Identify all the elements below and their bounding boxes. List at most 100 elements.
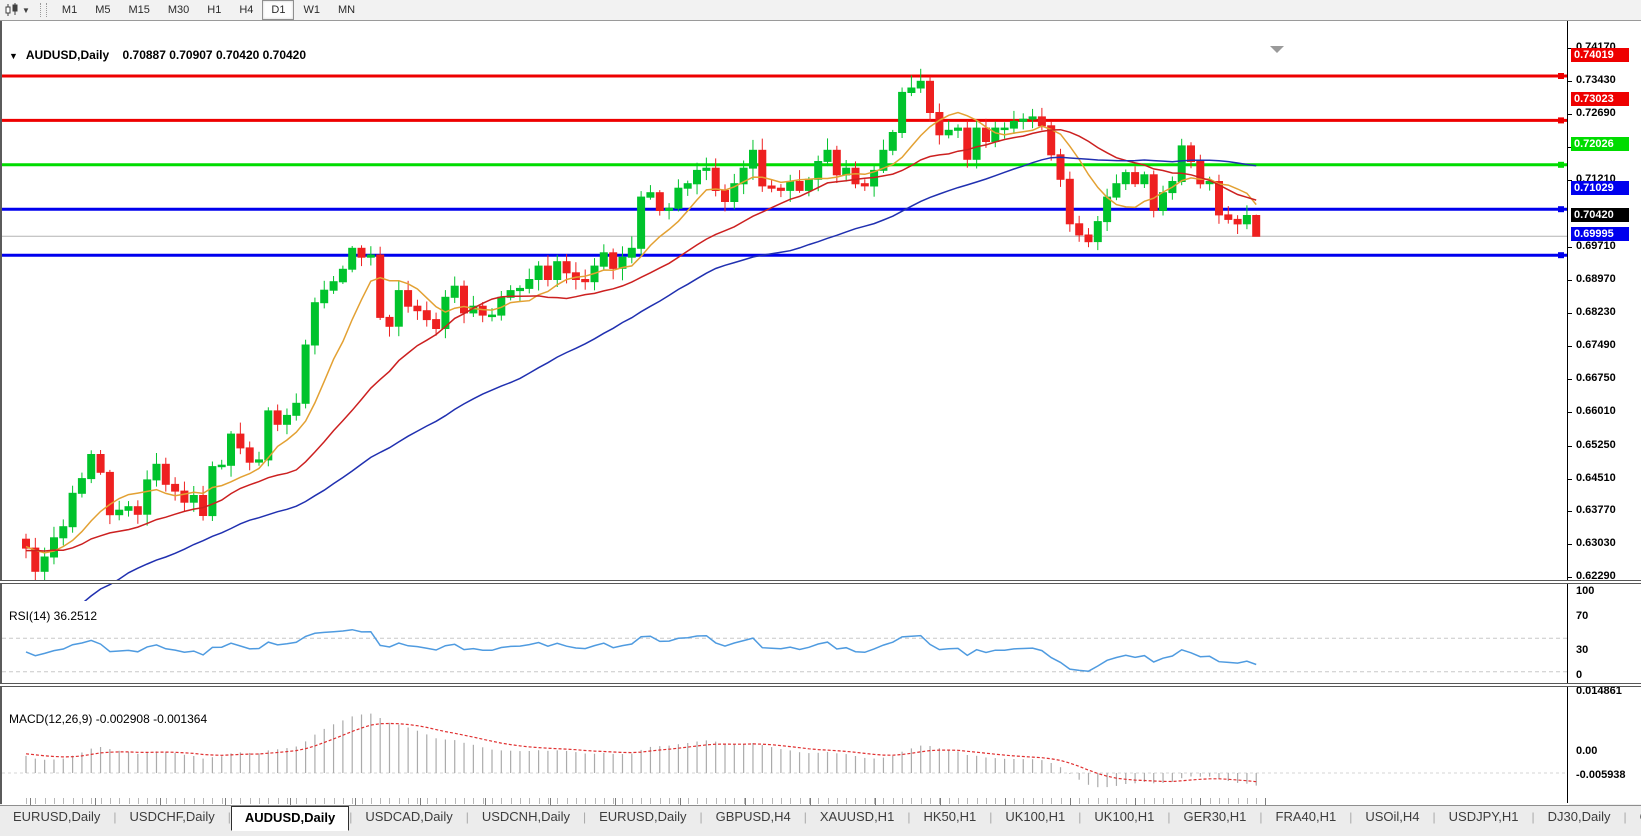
- date-minor-tick: [445, 798, 446, 804]
- chart-tab-uk100-h1[interactable]: UK100,H1: [992, 806, 1078, 828]
- chart-tab-usdjpy-h1[interactable]: USDJPY,H1: [1436, 806, 1532, 828]
- date-minor-tick: [921, 798, 922, 804]
- chevron-down-icon[interactable]: ▼: [22, 6, 30, 15]
- date-minor-tick: [1033, 798, 1034, 804]
- toolbar-grip[interactable]: [40, 3, 47, 17]
- chart-tab-usdcnh-daily[interactable]: USDCNH,Daily: [469, 806, 583, 828]
- level-line-anchor[interactable]: [1558, 162, 1564, 168]
- candle-body: [908, 88, 915, 93]
- timeframe-button-mn[interactable]: MN: [329, 0, 364, 20]
- candle-body: [805, 179, 812, 190]
- price-tick: [1568, 446, 1572, 447]
- chart-tab-fra40-h1[interactable]: FRA40,H1: [1263, 806, 1350, 828]
- rsi-indicator-panel[interactable]: [2, 605, 1569, 704]
- chart-title: ▼ AUDUSD,Daily 0.70887 0.70907 0.70420 0…: [9, 48, 306, 62]
- chart-tab-hk50-h1[interactable]: HK50,H1: [910, 806, 989, 828]
- candle-body: [1160, 193, 1167, 211]
- price-tick-label: 0.63030: [1576, 537, 1616, 549]
- timeframe-button-h4[interactable]: H4: [230, 0, 262, 20]
- rsi-scale-label: 70: [1576, 610, 1588, 622]
- candle-body: [386, 317, 393, 326]
- level-line-anchor[interactable]: [1558, 252, 1564, 258]
- chart-tab-uk100-h1[interactable]: UK100,H1: [1081, 806, 1167, 828]
- price-tick: [1568, 114, 1572, 115]
- chart-tab-ger30-h1[interactable]: GER30,H1: [1171, 806, 1260, 828]
- date-minor-tick: [110, 798, 111, 804]
- candlestick-chart-icon[interactable]: [4, 3, 20, 17]
- chart-tab-usdcad-daily[interactable]: USDCAD,Daily: [352, 806, 465, 828]
- chart-tab-usoil-h4[interactable]: USOil,H4: [1352, 806, 1432, 828]
- candle-body: [759, 150, 766, 186]
- date-minor-tick: [734, 798, 735, 804]
- date-minor-tick: [772, 798, 773, 804]
- chart-tab-eurusd-daily[interactable]: EURUSD,Daily: [0, 806, 113, 828]
- chart-tab-china300-h1[interactable]: CHINA300,H1: [1627, 806, 1641, 828]
- one-click-trading-arrow[interactable]: ▼: [9, 51, 18, 61]
- current-price-badge: 0.70420: [1571, 208, 1629, 222]
- date-minor-tick: [1256, 798, 1257, 804]
- date-minor-tick: [641, 798, 642, 804]
- level-line-anchor[interactable]: [1558, 206, 1564, 212]
- candle-body: [190, 496, 197, 503]
- date-minor-tick: [306, 798, 307, 804]
- candle-body: [833, 150, 840, 175]
- level-line-anchor[interactable]: [1558, 117, 1564, 123]
- level-line-anchor[interactable]: [1558, 73, 1564, 79]
- date-minor-tick: [231, 798, 232, 804]
- date-minor-tick: [184, 798, 185, 804]
- date-minor-tick: [977, 798, 978, 804]
- candle-body: [433, 320, 440, 329]
- timeframe-button-h1[interactable]: H1: [198, 0, 230, 20]
- date-minor-tick: [1079, 798, 1080, 804]
- price-level-badge: 0.69995: [1571, 227, 1629, 241]
- chart-tab-dj30-daily[interactable]: DJ30,Daily: [1535, 806, 1624, 828]
- candle-body: [889, 133, 896, 151]
- date-minor-tick: [986, 798, 987, 804]
- candle-body: [265, 411, 272, 460]
- timeframe-button-w1[interactable]: W1: [294, 0, 329, 20]
- date-minor-tick: [101, 798, 102, 804]
- candle-body: [1020, 119, 1027, 121]
- price-level-badge: 0.72026: [1571, 137, 1629, 151]
- date-minor-tick: [529, 798, 530, 804]
- timeframe-button-m15[interactable]: M15: [119, 0, 158, 20]
- timeframe-button-m5[interactable]: M5: [86, 0, 119, 20]
- chart-tab-eurusd-daily[interactable]: EURUSD,Daily: [586, 806, 699, 828]
- timeframe-button-m1[interactable]: M1: [53, 0, 86, 20]
- date-minor-tick: [268, 798, 269, 804]
- candle-body: [936, 113, 943, 135]
- chart-tab-usdchf-daily[interactable]: USDCHF,Daily: [117, 806, 228, 828]
- timeframe-button-d1[interactable]: D1: [262, 0, 294, 20]
- candle-body: [1141, 175, 1148, 184]
- candle-body: [517, 288, 524, 290]
- candle-body: [526, 280, 533, 289]
- candle-body: [209, 467, 216, 516]
- date-minor-tick: [203, 798, 204, 804]
- candle-body: [554, 262, 561, 280]
- candle-body: [78, 479, 85, 494]
- candle-body: [256, 460, 263, 462]
- date-minor-tick: [492, 798, 493, 804]
- candle-body: [144, 480, 151, 514]
- date-minor-tick: [548, 798, 549, 804]
- candle-body: [703, 168, 710, 170]
- panel-splitter[interactable]: [0, 683, 1641, 687]
- candle-body: [181, 491, 188, 502]
- date-minor-tick: [557, 798, 558, 804]
- date-minor-tick: [1061, 798, 1062, 804]
- chart-ohlc-values: 0.70887 0.70907 0.70420 0.70420: [123, 48, 307, 62]
- date-minor-tick: [949, 798, 950, 804]
- main-price-chart[interactable]: [2, 43, 1569, 601]
- chart-tab-audusd-daily[interactable]: AUDUSD,Daily: [231, 806, 349, 831]
- candle-body: [1122, 173, 1129, 184]
- candle-body: [405, 291, 412, 307]
- macd-indicator-panel[interactable]: [2, 708, 1569, 798]
- candle-body: [1234, 219, 1241, 224]
- chart-shift-marker[interactable]: [1270, 46, 1284, 53]
- timeframe-button-m30[interactable]: M30: [159, 0, 198, 20]
- chart-tab-xauusd-h1[interactable]: XAUUSD,H1: [807, 806, 907, 828]
- date-minor-tick: [828, 798, 829, 804]
- date-minor-tick: [1210, 798, 1211, 804]
- panel-splitter[interactable]: [0, 580, 1641, 584]
- chart-tab-gbpusd-h4[interactable]: GBPUSD,H4: [703, 806, 804, 828]
